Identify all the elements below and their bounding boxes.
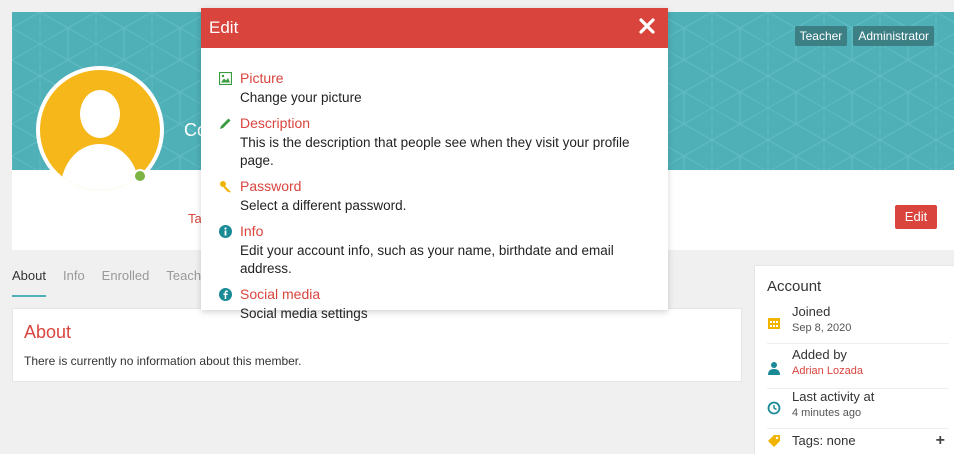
added-by-label: Added by — [792, 347, 847, 362]
option-label: Social media — [240, 286, 321, 302]
added-by-link[interactable]: Adrian Lozada — [792, 365, 863, 377]
dialog-option-description[interactable]: Description This is the description that… — [219, 115, 659, 173]
add-tag-button[interactable]: + — [936, 432, 945, 450]
close-icon[interactable] — [638, 17, 656, 35]
option-description: Change your picture — [240, 90, 362, 105]
option-description: Select a different password. — [240, 198, 407, 213]
joined-label: Joined — [792, 304, 831, 319]
account-last-activity: Last activity at 4 minutes ago — [767, 389, 949, 429]
profile-tabs: About Info Enrolled Teach — [12, 268, 201, 297]
key-icon — [220, 181, 231, 193]
option-label: Picture — [240, 70, 284, 86]
account-title: Account — [767, 278, 822, 295]
tags-label: Tags: none — [792, 433, 856, 448]
tag-icon — [768, 435, 780, 447]
facebook-icon — [219, 288, 232, 301]
about-title: About — [24, 322, 72, 342]
option-description: Edit your account info, such as your nam… — [240, 243, 614, 276]
account-joined: Joined Sep 8, 2020 — [767, 304, 949, 344]
calendar-icon — [768, 318, 780, 329]
dialog-option-picture[interactable]: Picture Change your picture — [219, 70, 659, 110]
clock-icon — [767, 401, 781, 415]
option-label: Info — [240, 223, 264, 239]
about-text: There is currently no information about … — [24, 354, 302, 368]
account-card: Account Joined Sep 8, 2020 Added by Adri… — [754, 265, 954, 454]
dialog-title: Edit — [209, 18, 239, 37]
pencil-icon — [220, 118, 231, 129]
info-icon — [219, 225, 232, 238]
last-activity-label: Last activity at — [792, 389, 875, 404]
dialog-option-password[interactable]: Password Select a different password. — [219, 178, 659, 218]
joined-value: Sep 8, 2020 — [792, 322, 852, 334]
last-activity-value: 4 minutes ago — [792, 407, 862, 419]
edit-profile-button[interactable]: Edit — [895, 205, 937, 229]
account-tags: Tags: none + — [767, 432, 949, 454]
user-icon — [768, 362, 780, 375]
tab-teaching[interactable]: Teach — [166, 268, 201, 297]
tab-about[interactable]: About — [12, 268, 46, 297]
dialog-option-social-media[interactable]: Social media Social media settings — [219, 286, 659, 321]
option-description: This is the description that people see … — [240, 135, 630, 168]
option-label: Password — [240, 178, 302, 194]
profile-tab-link[interactable]: Ta — [188, 211, 202, 226]
tab-info[interactable]: Info — [63, 268, 85, 297]
role-badge-teacher: Teacher — [794, 26, 848, 46]
option-description: Social media settings — [240, 306, 368, 321]
picture-icon — [219, 72, 232, 85]
role-badges: Teacher Administrator — [794, 26, 934, 46]
role-badge-administrator: Administrator — [853, 26, 934, 46]
tab-enrolled[interactable]: Enrolled — [102, 268, 150, 297]
dialog-header: Edit — [201, 8, 668, 48]
option-label: Description — [240, 115, 311, 131]
online-status-indicator — [133, 169, 147, 183]
account-added-by: Added by Adrian Lozada — [767, 347, 949, 389]
dialog-option-info[interactable]: Info Edit your account info, such as you… — [219, 223, 659, 281]
edit-dialog: Edit Picture Change your picture Descrip… — [201, 8, 668, 321]
